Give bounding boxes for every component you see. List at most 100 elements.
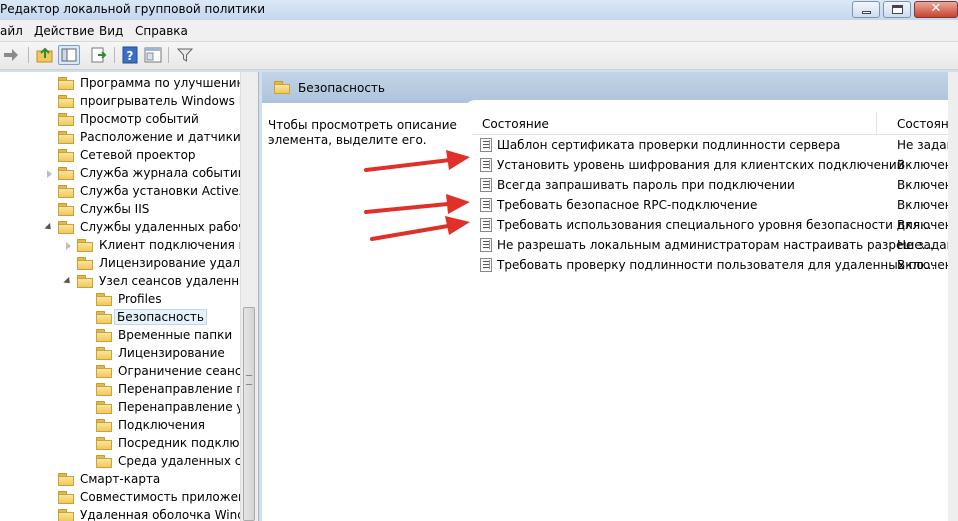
maximize-button[interactable] [883,1,911,18]
expand-icon[interactable] [66,242,71,250]
policy-row[interactable]: Всегда запрашивать пароль при подключени… [472,175,953,195]
folder-icon [96,365,112,378]
policy-row[interactable]: Требовать безопасное RPC-подключение Вклю… [472,195,953,215]
policy-setting-icon [480,138,492,152]
tree-node[interactable]: проигрыватель Windows Me [0,93,256,111]
properties-icon[interactable] [144,46,162,64]
expand-icon[interactable] [47,170,52,178]
pane-title: Безопасность [298,81,385,95]
details-pane: Безопасность Чтобы просмотреть описание … [262,72,958,521]
show-tree-icon[interactable] [58,45,80,65]
menu-bar: айл Действие Вид Справка [0,20,958,42]
folder-icon [96,347,112,360]
policy-setting-icon [480,218,492,232]
tree-node[interactable]: Временные папки [0,327,240,345]
tree-node[interactable]: Смарт-карта [0,471,240,489]
menu-help[interactable]: Справка [135,24,188,38]
policy-setting-icon [480,258,492,272]
folder-icon [58,131,74,144]
folder-icon [77,239,93,252]
toolbar: ? [0,42,958,70]
tree-node[interactable]: Перенаправление при [0,381,258,399]
folder-icon [58,221,74,234]
policy-row[interactable]: Требовать использования специального уро… [472,215,953,235]
folder-icon [58,167,74,180]
tree-node[interactable]: Расположение и датчики [0,129,241,147]
tree-node[interactable]: Службы IIS [0,201,240,219]
tree-node[interactable]: Службы удаленных рабочих [0,219,258,237]
menu-file[interactable]: айл [0,24,23,38]
policy-setting-icon [480,238,492,252]
policy-row[interactable]: Установить уровень шифрования для клиент… [472,155,953,175]
policy-row[interactable]: Не разрешать локальным администраторам н… [472,235,954,255]
folder-icon [96,293,112,306]
scroll-grip-icon [246,375,252,385]
description-text: Чтобы просмотреть описание элемента, выд… [268,118,457,147]
folder-icon [77,257,93,270]
folder-icon [96,311,112,324]
pane-header: Безопасность [262,72,948,114]
tree-node[interactable]: Программа по улучшению к [0,75,258,93]
svg-text:?: ? [127,49,134,63]
policy-setting-icon [480,178,492,192]
close-button[interactable]: ✕ [914,1,958,18]
collapse-icon[interactable] [44,222,54,233]
folder-icon [58,77,74,90]
forward-arrow-icon[interactable] [2,46,20,64]
export-list-icon[interactable] [90,46,108,64]
folder-icon [58,473,74,486]
tree-node[interactable]: Служба журнала событий [0,165,246,183]
title-bar: Редактор локальной групповой политики ✕ [0,0,958,20]
tree-scrollbar[interactable] [240,72,258,521]
policy-setting-icon [480,198,492,212]
collapse-icon[interactable] [63,276,73,287]
folder-icon [96,437,112,450]
up-folder-icon[interactable] [36,46,54,64]
policy-row[interactable]: Требовать проверку подлинности пользоват… [472,255,953,275]
folder-icon [58,203,74,216]
folder-icon [96,329,112,342]
close-icon: ✕ [930,1,942,16]
folder-icon [96,455,112,468]
tree-node[interactable]: Подключения [0,417,240,435]
filter-icon[interactable] [176,46,194,64]
tree-node[interactable]: Клиент подключения к уд [0,237,258,255]
folder-icon [58,113,74,126]
tree-node[interactable]: Среда удаленных сеан [0,453,258,471]
folder-icon [58,149,74,162]
details-scrollbar[interactable] [948,72,958,521]
column-headers: Состояние Состояние [472,112,958,135]
tree-node[interactable]: Посредник подключе [0,435,254,453]
policy-setting-icon [480,158,492,172]
tree-node[interactable]: Служба установки ActiveX [0,183,247,201]
tree-node[interactable]: Узел сеансов удаленных р [0,273,258,291]
folder-icon [96,419,112,432]
tree-node[interactable]: Удаленная оболочка Window [0,507,258,521]
tree-node[interactable]: Лицензирование [0,345,240,363]
folder-icon [58,509,74,521]
folder-icon [274,81,290,94]
tree-node[interactable]: Перенаправление уст [0,399,257,417]
tree-node[interactable]: Совместимость приложени [0,489,254,507]
tree-node[interactable]: Сетевой проектор [0,147,240,165]
tree-node[interactable]: Просмотр событий [0,111,240,129]
tree-node[interactable]: Ограничение сеансов [0,363,256,381]
console-tree: Программа по улучшению к проигрыватель W… [0,72,259,521]
tree-node[interactable]: Лицензирование удален [0,255,255,273]
menu-view[interactable]: Вид [99,24,123,38]
help-icon[interactable]: ? [121,46,139,64]
folder-icon [77,275,93,288]
folder-icon [58,185,74,198]
tree-node-selected[interactable]: Безопасность [0,309,240,327]
folder-icon [96,401,112,414]
tree-node[interactable]: Profiles [0,291,240,309]
window-title: Редактор локальной групповой политики [0,2,266,16]
folder-icon [58,95,74,108]
folder-icon [58,491,74,504]
minimize-button[interactable] [852,1,880,18]
menu-action[interactable]: Действие [34,24,94,38]
folder-icon [96,383,112,396]
policy-row[interactable]: Шаблон сертификата проверки подлинности … [472,135,954,155]
scroll-thumb[interactable] [243,307,255,521]
column-header-name[interactable]: Состояние [482,117,549,131]
